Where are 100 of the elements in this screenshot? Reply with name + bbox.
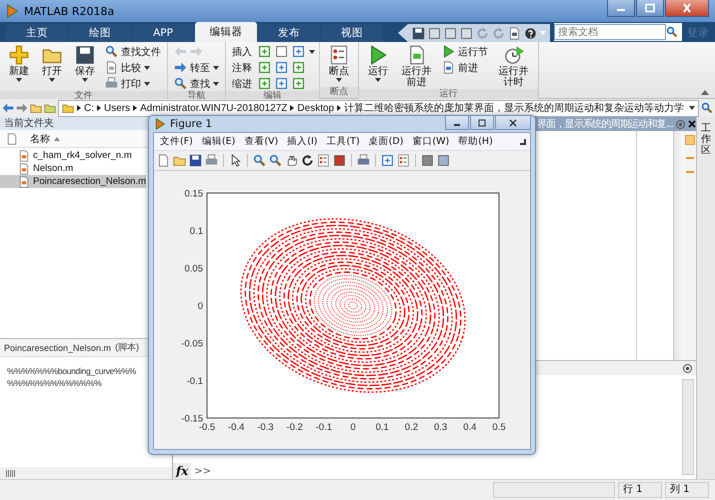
ribbon-button[interactable]: 运行并计时 [493, 44, 534, 89]
tick-label: -0.2 [286, 422, 303, 433]
rotate-icon[interactable] [301, 154, 314, 167]
tick-label: 0.3 [434, 422, 448, 433]
path-segment[interactable]: 计算二维哈密顿系统的庞加莱界面，显示系统的周期运动和复杂运动等动力学 [344, 101, 684, 115]
close-icon[interactable] [495, 116, 531, 130]
menu-item[interactable]: 窗口(W) [412, 135, 450, 148]
zoom-in-icon[interactable] [253, 154, 266, 167]
ribbon-group-title: 运行 [359, 89, 538, 100]
ribbon-tab[interactable]: 视图 [321, 24, 383, 42]
search-field[interactable]: 搜索文档 [554, 24, 666, 40]
ribbon-button[interactable]: 新建 [4, 44, 34, 83]
sort-ascending-icon [54, 136, 60, 140]
dock-arrow-icon[interactable] [520, 138, 526, 144]
menu-item[interactable]: 桌面(D) [368, 135, 404, 148]
file-row[interactable]: Nelson.m [0, 162, 146, 175]
ribbon-tab[interactable]: 发布 [258, 24, 320, 42]
breadcrumb-arrow-icon [77, 105, 81, 111]
workspace-tab[interactable]: 工作区 [701, 123, 711, 156]
menu-item[interactable]: 工具(T) [326, 135, 360, 148]
ribbon-button[interactable]: 打开 [37, 44, 67, 83]
ribbon-button[interactable]: 运行 [363, 44, 393, 83]
caret-icon[interactable] [689, 106, 695, 110]
file-row[interactable]: c_ham_rk4_solver_n.m [0, 149, 146, 162]
ribbon-button[interactable]: 转至 [172, 60, 221, 75]
minimize-icon[interactable] [607, 0, 635, 17]
close-icon[interactable] [665, 0, 709, 17]
open-icon[interactable] [173, 154, 186, 167]
ribbon-tab[interactable]: APP [132, 24, 194, 42]
back-arrow-icon[interactable] [2, 102, 14, 114]
path-segment[interactable]: Users [104, 102, 130, 114]
tick-label: 0.15 [184, 188, 203, 200]
tick-label: -0.4 [228, 422, 244, 433]
caret-icon[interactable] [309, 50, 315, 54]
pointer-icon[interactable] [229, 154, 242, 167]
menu-item[interactable]: 编辑(E) [202, 135, 236, 148]
ribbon-button[interactable]: 运行并前进 [396, 44, 437, 89]
path-segment[interactable]: Administrator.WIN7U-20180127Z [140, 102, 288, 114]
ribbon-button[interactable]: 查找文件 [103, 44, 163, 59]
file-type: (脚本) [115, 341, 140, 354]
ribbon-button[interactable]: 比较 [103, 60, 163, 75]
panel-grip-icon[interactable] [6, 470, 16, 476]
ribbon-group-title: 断点 [320, 87, 358, 98]
status-marker-icon [685, 135, 695, 145]
ribbon-label: 插入 [232, 46, 252, 58]
ribbon-button[interactable]: 断点 [324, 44, 354, 83]
file-name: Poincaresection_Nelson.m [4, 342, 112, 352]
script-file-icon [18, 176, 30, 188]
breadcrumb-arrow-icon [337, 105, 342, 111]
help-icon[interactable] [524, 26, 537, 40]
printer-icon [105, 77, 118, 90]
comment-line: %%%%%%%bounding_curve%%% [7, 365, 137, 377]
tick-label: 0.05 [184, 264, 203, 274]
play-icon [442, 45, 455, 58]
comment-line: %%%%%%%%%%%%% [7, 377, 102, 389]
window-title: MATLAB R2018a [24, 4, 114, 18]
maximize-icon[interactable] [470, 116, 494, 130]
zoom-out-icon[interactable] [269, 154, 282, 167]
menu-item[interactable]: 查看(V) [244, 135, 278, 148]
panel-menu-icon[interactable] [683, 364, 692, 372]
insert-icon[interactable] [258, 45, 271, 58]
scrollbar[interactable] [682, 379, 694, 475]
ribbon-label: 缩进 [232, 78, 252, 90]
tick-label: 0.2 [404, 422, 418, 433]
line-number: 行 1 [618, 482, 662, 498]
ribbon-button[interactable]: 打印 [103, 76, 163, 91]
pan-hand-icon[interactable] [285, 154, 298, 167]
print-icon[interactable] [205, 154, 218, 167]
forward-arrow-icon[interactable] [16, 102, 28, 114]
script-file-icon [18, 162, 30, 174]
breadcrumb-arrow-icon [290, 105, 294, 111]
path-segment[interactable]: C: [84, 102, 94, 114]
menu-item[interactable]: 帮助(H) [458, 135, 493, 148]
ribbon-label: 注释 [232, 62, 252, 74]
scrollbar[interactable] [673, 131, 684, 360]
ribbon-tab[interactable]: 编辑器 [195, 22, 257, 42]
tick-label: 0 [198, 301, 203, 312]
new-figure-icon[interactable] [157, 154, 170, 167]
ribbon-tab[interactable]: 绘图 [69, 24, 131, 42]
ribbon-button[interactable]: 运行节 [440, 44, 490, 59]
search-icon[interactable] [701, 102, 713, 114]
save-icon[interactable] [189, 154, 202, 167]
menu-item[interactable]: 文件(F) [160, 135, 193, 148]
function-browser-button[interactable]: fx [173, 463, 192, 479]
ribbon-tab[interactable]: 主页 [6, 24, 68, 42]
maximize-icon[interactable] [636, 0, 664, 17]
tick-label: 0.4 [463, 422, 476, 433]
menu-item[interactable]: 插入(I) [287, 135, 318, 148]
tick-label: 0.5 [492, 422, 506, 433]
path-field[interactable]: C: Users Administrator.WIN7U-20180127Z Desktop 计算二维哈密顿系统的庞加莱界面，显示系统的周期运动和复杂运动等动力学 [58, 100, 699, 116]
file-row[interactable]: Poincaresection_Nelson.m [0, 175, 146, 188]
ribbon-button[interactable]: 前进 [440, 60, 490, 75]
ribbon-button[interactable]: 保存 [70, 44, 100, 83]
ribbon-button[interactable]: 查找 [172, 76, 221, 91]
close-icon[interactable] [688, 120, 696, 128]
search-icon[interactable] [666, 26, 678, 38]
path-segment[interactable]: Desktop [297, 102, 334, 114]
window-title: Figure 1 [170, 118, 212, 130]
play-icon [368, 45, 388, 65]
minimize-icon[interactable] [445, 116, 469, 130]
